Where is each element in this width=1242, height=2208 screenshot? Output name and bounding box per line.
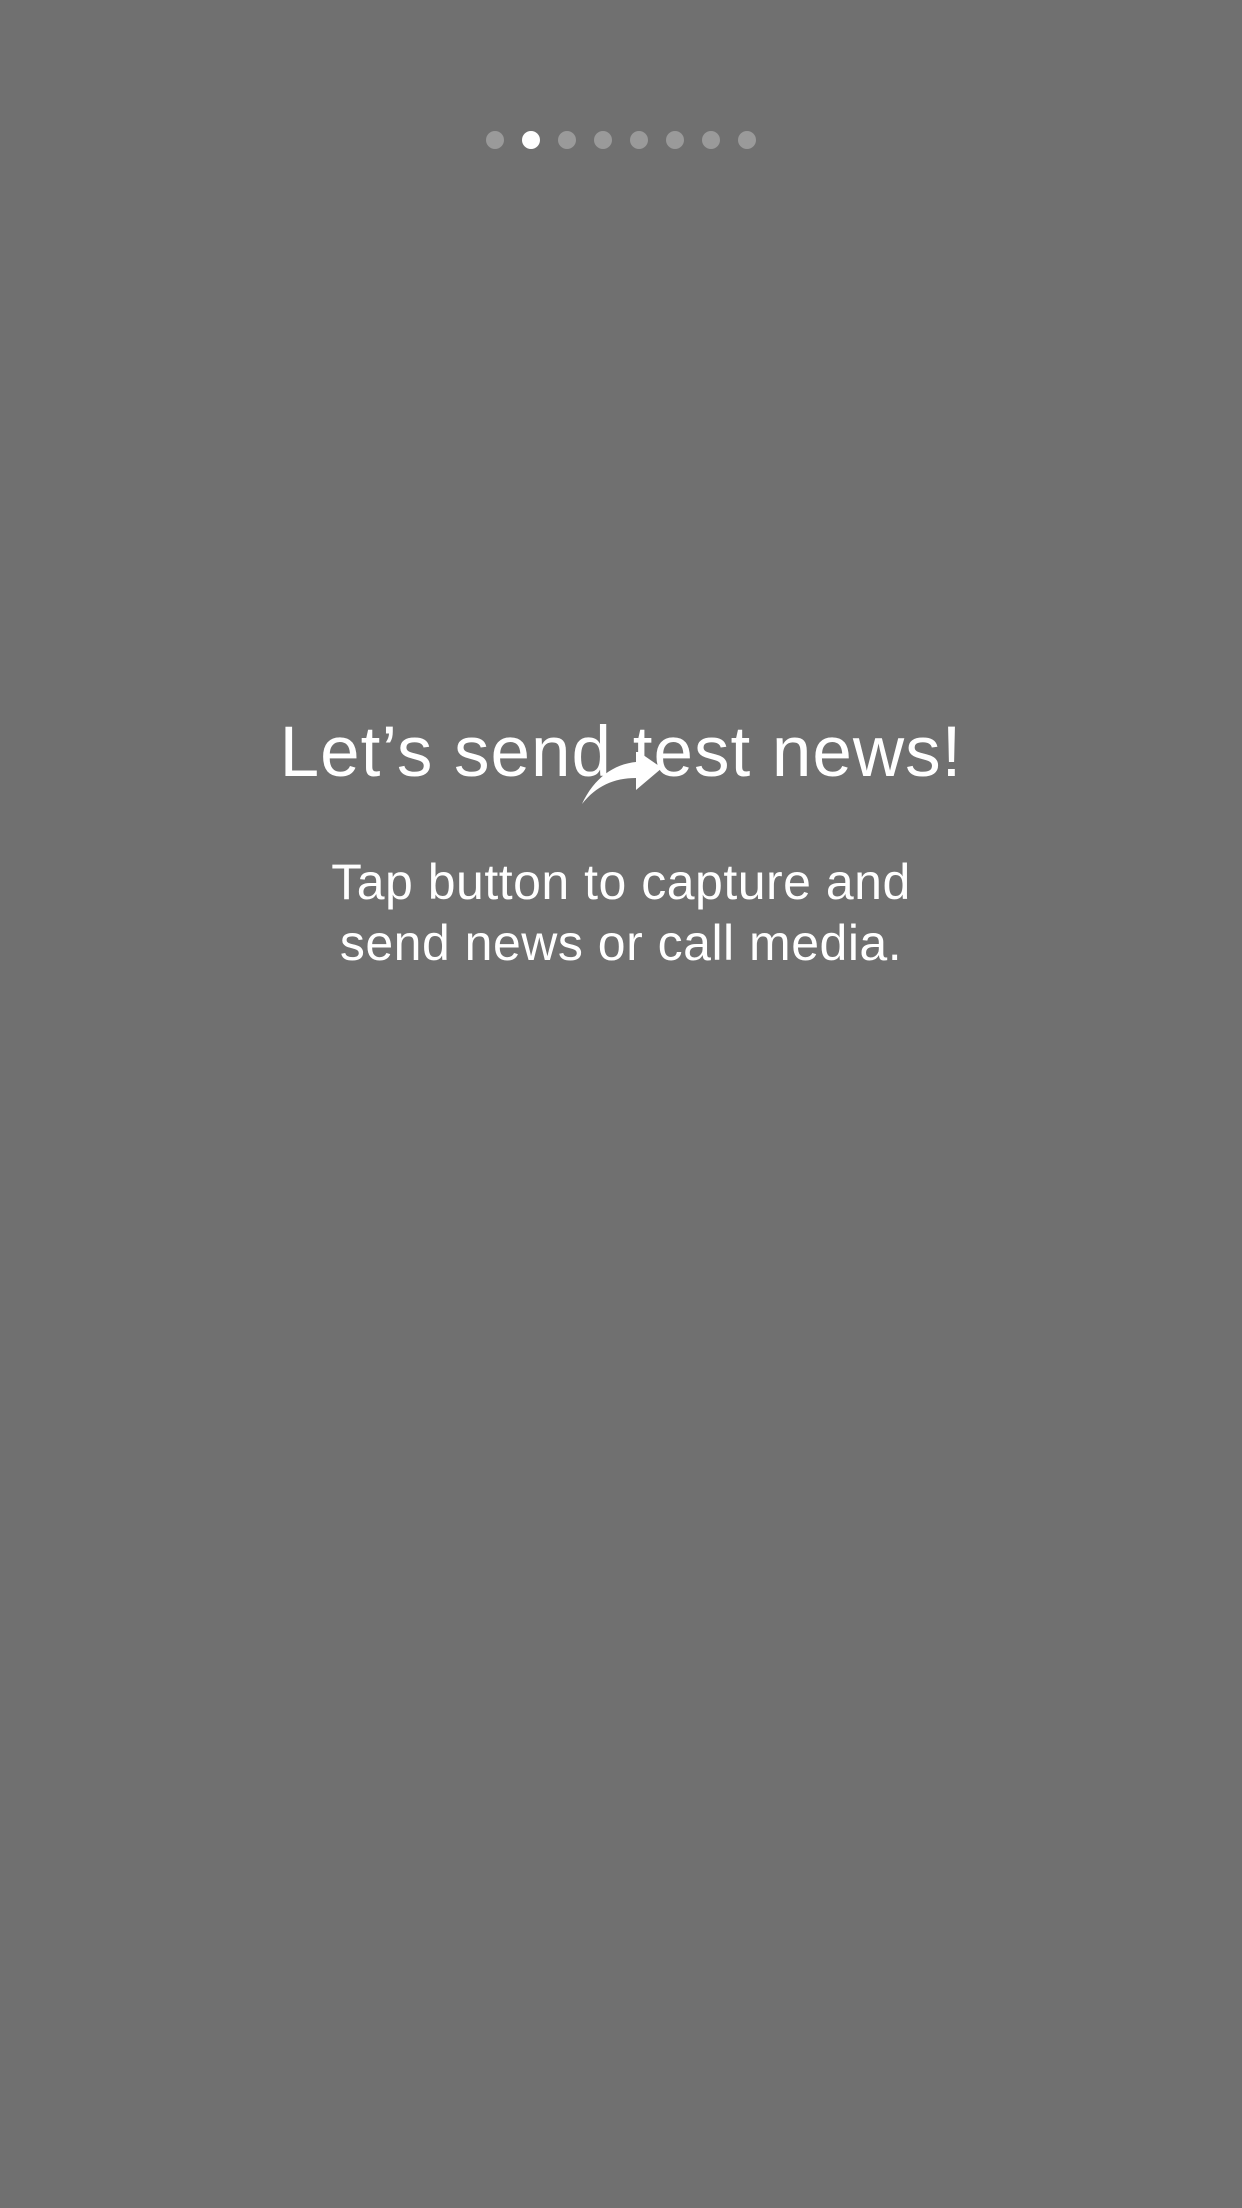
page-dot-3[interactable] xyxy=(558,131,576,149)
subtitle-line-1: Tap button to capture and xyxy=(331,854,911,910)
page-dot-8[interactable] xyxy=(738,131,756,149)
page-dot-1[interactable] xyxy=(486,131,504,149)
page-dot-2[interactable] xyxy=(522,131,540,149)
page-dot-5[interactable] xyxy=(630,131,648,149)
page-dot-6[interactable] xyxy=(666,131,684,149)
onboarding-subtitle: Tap button to capture and send news or c… xyxy=(0,852,1242,974)
page-indicator xyxy=(0,131,1242,151)
page-dot-7[interactable] xyxy=(702,131,720,149)
curved-arrow-icon xyxy=(582,752,662,804)
subtitle-line-2: send news or call media. xyxy=(339,915,903,971)
page-dot-4[interactable] xyxy=(594,131,612,149)
